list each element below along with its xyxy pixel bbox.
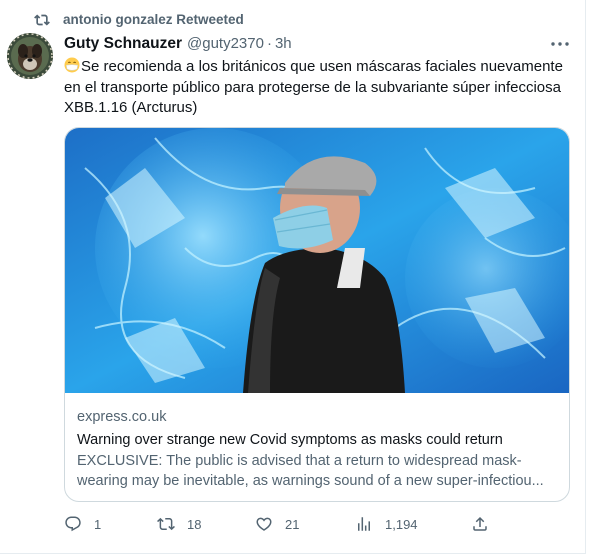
user-handle[interactable]: @guty2370: [187, 35, 264, 52]
face-with-medical-mask-emoji-icon: [64, 57, 80, 73]
reply-count: 1: [94, 516, 102, 532]
schnauzer-avatar-image: [7, 33, 53, 79]
tweet-actions: 1 18 21 1,194: [64, 514, 494, 534]
views-button[interactable]: 1,194: [355, 514, 418, 534]
display-name[interactable]: Guty Schnauzer: [64, 35, 182, 53]
share-button[interactable]: [471, 514, 489, 534]
like-count: 21: [285, 516, 300, 532]
tweet-text: Se recomienda a los británicos que usen …: [64, 57, 574, 119]
retweet-icon: [34, 14, 50, 26]
reply-icon: [65, 516, 81, 532]
card-title: Warning over strange new Covid symptoms …: [77, 432, 503, 448]
retweeted-by-label[interactable]: antonio gonzalez Retweeted: [63, 12, 244, 27]
tweet-body-text: Se recomienda a los británicos que usen …: [64, 58, 563, 116]
card-domain: express.co.uk: [77, 409, 167, 425]
like-button[interactable]: 21: [255, 514, 299, 534]
share-icon: [473, 516, 487, 531]
avatar[interactable]: [7, 33, 53, 79]
retweet-button[interactable]: 18: [157, 514, 201, 534]
reply-button[interactable]: 1: [64, 514, 101, 534]
heart-icon: [256, 517, 272, 531]
more-options-icon[interactable]: [548, 36, 572, 52]
view-count: 1,194: [385, 516, 418, 532]
views-chart-icon: [358, 517, 370, 531]
tweet-header: Guty Schnauzer @guty2370 · 3h: [64, 35, 292, 55]
card-description: EXCLUSIVE: The public is advised that a …: [77, 453, 544, 489]
card-meta: express.co.uk Warning over strange new C…: [77, 407, 559, 491]
link-preview-card[interactable]: express.co.uk Warning over strange new C…: [64, 127, 570, 502]
separator-dot: ·: [266, 35, 272, 52]
retweet-action-icon: [157, 517, 175, 531]
retweet-count: 18: [187, 516, 202, 532]
card-image: [65, 128, 569, 393]
timestamp[interactable]: 3h: [275, 35, 292, 52]
